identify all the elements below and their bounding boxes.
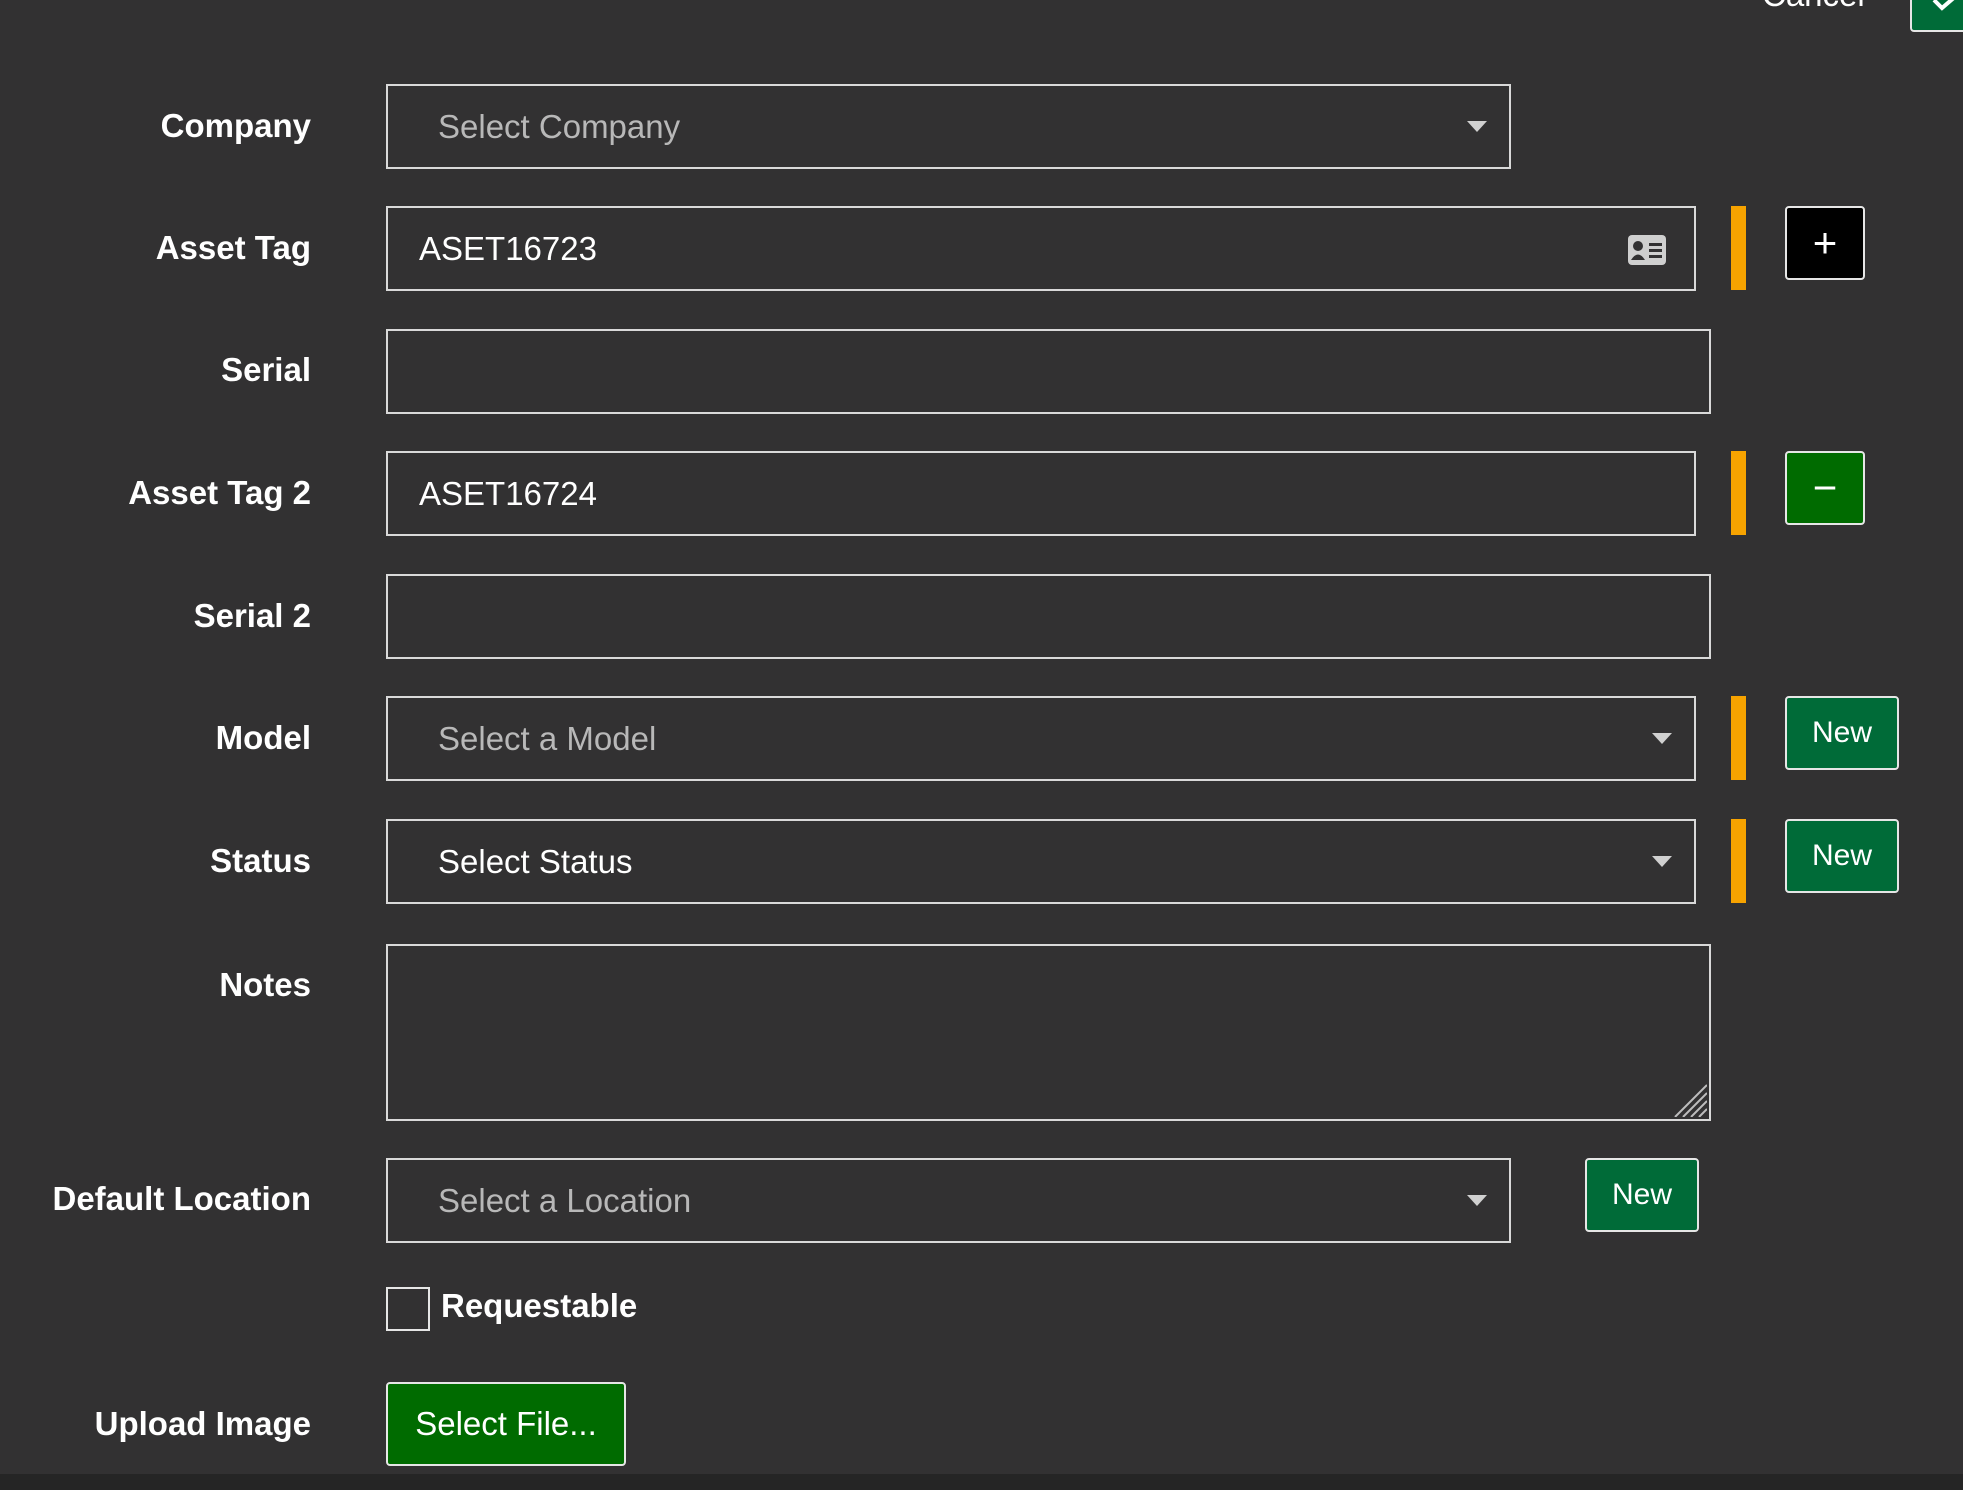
status-selected-value: Select Status xyxy=(438,842,633,880)
id-card-icon[interactable] xyxy=(1627,234,1667,266)
company-placeholder: Select Company xyxy=(438,107,681,145)
new-status-button[interactable]: New xyxy=(1785,819,1899,893)
asset-tag-2-label: Asset Tag 2 xyxy=(128,474,311,511)
notes-textarea[interactable] xyxy=(386,944,1711,1121)
chevron-down-icon xyxy=(1652,855,1672,867)
bottom-edge xyxy=(0,1474,1963,1490)
required-indicator xyxy=(1731,819,1746,903)
company-label: Company xyxy=(160,107,311,144)
requestable-checkbox[interactable] xyxy=(386,1287,430,1331)
serial-2-label: Serial 2 xyxy=(193,597,311,634)
notes-value xyxy=(388,946,419,956)
new-model-button[interactable]: New xyxy=(1785,696,1899,770)
chevron-down-icon xyxy=(1652,732,1672,744)
location-select[interactable]: Select a Location xyxy=(386,1158,1511,1243)
resize-handle-icon[interactable] xyxy=(1671,1081,1707,1117)
serial-input[interactable] xyxy=(386,329,1711,414)
required-indicator xyxy=(1731,206,1746,290)
select-file-button[interactable]: Select File... xyxy=(386,1382,626,1466)
new-location-button[interactable]: New xyxy=(1585,1158,1699,1232)
serial-label: Serial xyxy=(221,351,311,388)
serial-2-input[interactable] xyxy=(386,574,1711,659)
remove-asset-tag-button[interactable]: − xyxy=(1785,451,1865,525)
asset-tag-input[interactable]: ASET16723 xyxy=(386,206,1696,291)
model-label: Model xyxy=(215,719,311,756)
required-indicator xyxy=(1731,451,1746,535)
plus-icon: + xyxy=(1812,219,1838,266)
minus-icon: − xyxy=(1812,464,1838,511)
required-indicator xyxy=(1731,696,1746,780)
company-select[interactable]: Select Company xyxy=(386,84,1511,169)
asset-tag-value: ASET16723 xyxy=(419,229,597,267)
checkmark-icon xyxy=(1932,0,1955,11)
location-placeholder: Select a Location xyxy=(438,1181,692,1219)
notes-label: Notes xyxy=(219,966,311,1003)
status-label: Status xyxy=(210,842,311,879)
requestable-label[interactable]: Requestable xyxy=(441,1286,637,1326)
chevron-down-icon xyxy=(1467,1194,1487,1206)
asset-tag-2-input[interactable]: ASET16724 xyxy=(386,451,1696,536)
save-button[interactable] xyxy=(1910,0,1963,32)
model-placeholder: Select a Model xyxy=(438,719,657,757)
model-select[interactable]: Select a Model xyxy=(386,696,1696,781)
chevron-down-icon xyxy=(1467,120,1487,132)
asset-tag-2-value: ASET16724 xyxy=(419,474,597,512)
default-location-label: Default Location xyxy=(52,1180,311,1217)
add-asset-tag-button[interactable]: + xyxy=(1785,206,1865,280)
cancel-link[interactable]: Cancel xyxy=(1762,0,1865,14)
asset-tag-label: Asset Tag xyxy=(155,229,311,266)
status-select[interactable]: Select Status xyxy=(386,819,1696,904)
upload-image-label: Upload Image xyxy=(94,1405,311,1442)
